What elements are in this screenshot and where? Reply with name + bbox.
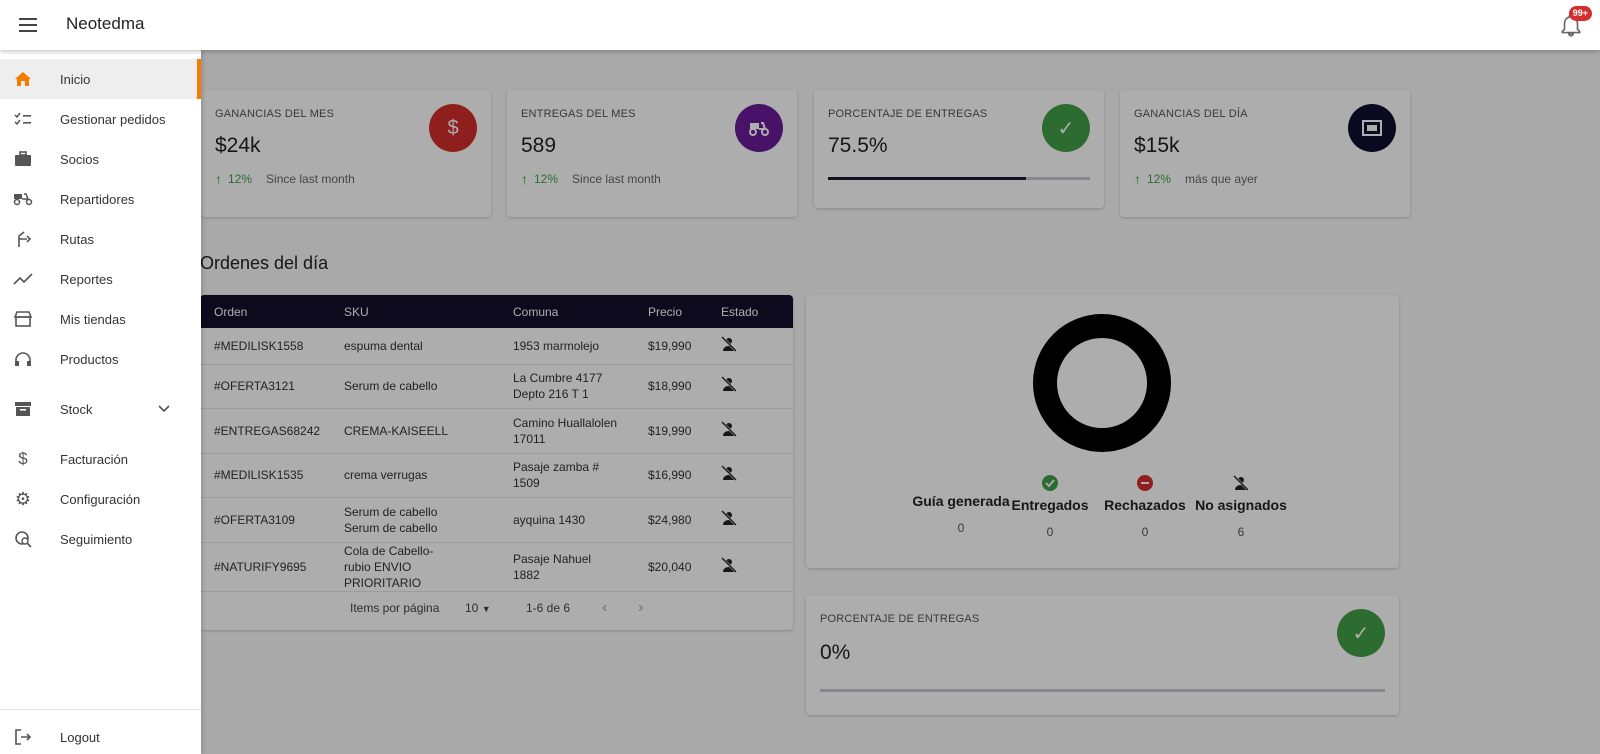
sidebar-item-seguimiento[interactable]: Seguimiento xyxy=(0,519,201,559)
notification-badge: 99+ xyxy=(1568,6,1592,21)
sidebar-item-productos[interactable]: Productos xyxy=(0,339,201,379)
drawer-backdrop[interactable] xyxy=(0,50,1600,754)
scooter-icon xyxy=(12,188,34,210)
sidebar-item-label: Reportes xyxy=(60,271,113,287)
menu-icon[interactable] xyxy=(16,13,40,37)
dollar-icon: $ xyxy=(18,449,28,468)
logout-icon xyxy=(12,726,34,748)
navigation-drawer: Inicio Gestionar pedidos Socios Repartidore… xyxy=(0,50,201,754)
sidebar-item-label: Socios xyxy=(60,151,100,167)
sidebar-item-facturacion[interactable]: $ Facturación xyxy=(0,439,201,479)
route-icon xyxy=(12,228,34,250)
sidebar-item-label: Mis tiendas xyxy=(60,311,126,327)
trending-icon xyxy=(12,268,34,290)
sidebar-item-label: Configuración xyxy=(60,491,141,507)
sidebar-item-inicio[interactable]: Inicio xyxy=(0,59,201,99)
sidebar-item-label: Stock xyxy=(60,401,93,417)
headphones-icon xyxy=(12,348,34,370)
gear-icon: ⚙ xyxy=(14,488,32,509)
store-icon xyxy=(12,308,34,330)
notifications-button[interactable]: 99+ xyxy=(1558,6,1592,38)
sidebar-item-label: Seguimiento xyxy=(60,531,133,547)
sidebar-item-mis-tiendas[interactable]: Mis tiendas xyxy=(0,299,201,339)
briefcase-icon xyxy=(12,148,34,170)
sidebar-item-socios[interactable]: Socios xyxy=(0,139,201,179)
sidebar-item-gestionar-pedidos[interactable]: Gestionar pedidos xyxy=(0,99,201,139)
sidebar-item-configuracion[interactable]: ⚙ Configuración xyxy=(0,479,201,519)
sidebar-item-rutas[interactable]: Rutas xyxy=(0,219,201,259)
archive-icon xyxy=(12,398,34,420)
sidebar-item-label: Rutas xyxy=(60,231,94,247)
logout-label: Logout xyxy=(60,729,100,745)
sidebar-item-label: Repartidores xyxy=(60,191,135,207)
sidebar-item-label: Productos xyxy=(60,351,119,367)
sidebar-item-label: Gestionar pedidos xyxy=(60,111,166,127)
chevron-down-icon xyxy=(158,400,170,418)
sidebar-item-stock[interactable]: Stock xyxy=(0,389,201,429)
main-content: GANANCIAS DEL MES $24k ↑ 12% Since last … xyxy=(0,50,1600,754)
track-icon xyxy=(12,528,34,550)
checklist-icon xyxy=(12,108,34,130)
sidebar-item-label: Inicio xyxy=(60,71,91,87)
sidebar-item-label: Facturación xyxy=(60,451,128,467)
sidebar-item-repartidores[interactable]: Repartidores xyxy=(0,179,201,219)
home-icon xyxy=(12,68,34,90)
sidebar-item-reportes[interactable]: Reportes xyxy=(0,259,201,299)
drawer-divider xyxy=(0,709,201,710)
top-app-bar: Neotedma 99+ xyxy=(0,0,1600,50)
app-title: Neotedma xyxy=(66,14,145,33)
logout-button[interactable]: Logout xyxy=(0,717,201,754)
